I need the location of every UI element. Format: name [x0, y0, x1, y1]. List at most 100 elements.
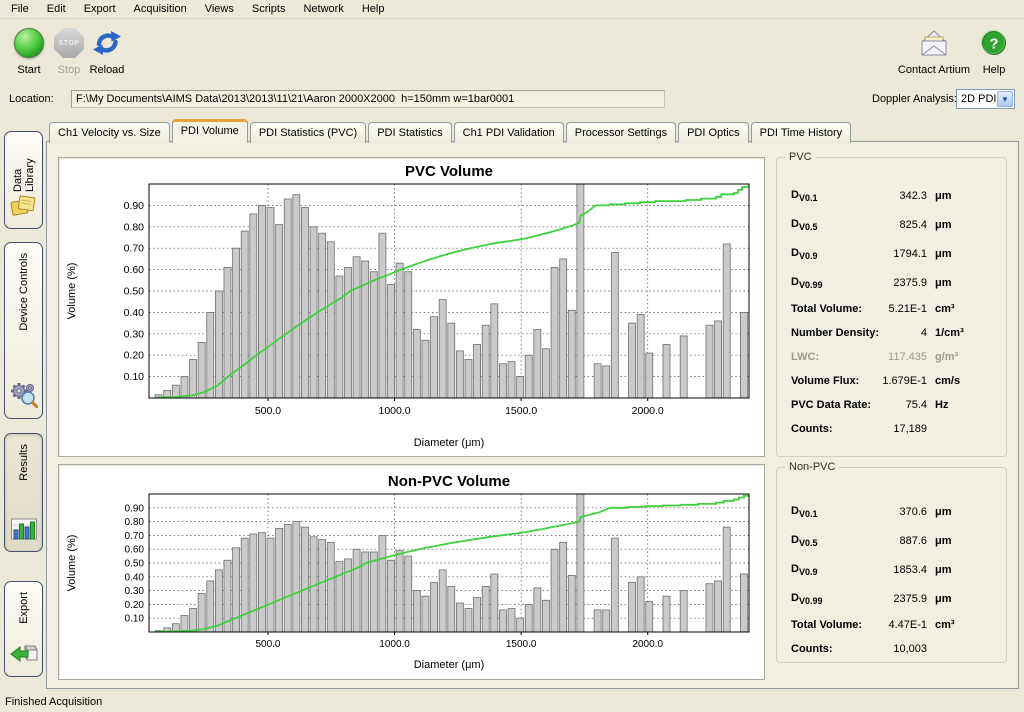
stat-label: DV0.9	[791, 562, 817, 576]
gears-icon	[10, 380, 38, 411]
stat-value: 1.679E-1	[817, 375, 927, 387]
doppler-analysis-label: Doppler Analysis:	[872, 93, 957, 105]
chart-title: Non-PVC Volume	[388, 473, 510, 490]
stat-value: 1794.1	[817, 248, 927, 260]
stat-row-dv0-99: DV0.992375.9μm	[777, 584, 1006, 613]
sidebar-item-export[interactable]: Export	[4, 581, 43, 677]
stat-label: LWC:	[791, 351, 819, 363]
stat-unit: cm/s	[935, 375, 960, 387]
tab-panel: Ch1 Velocity vs. SizePDI VolumePDI Stati…	[46, 118, 1019, 690]
sidebar-item-device-controls[interactable]: Device Controls	[4, 242, 43, 419]
y-axis-label: Volume (%)	[66, 535, 78, 592]
stat-row-pvc-data-rate: PVC Data Rate:75.4Hz	[777, 393, 1006, 417]
stat-row-counts: Counts:10,003	[777, 637, 1006, 661]
stat-row-dv0-5: DV0.5825.4 μm	[777, 210, 1006, 239]
menu-item-views[interactable]: Views	[196, 1, 243, 18]
main-area: Data Library Device Controls Results Export…	[0, 113, 1024, 693]
menu-item-scripts[interactable]: Scripts	[243, 1, 295, 18]
stat-value: 887.6	[817, 535, 927, 547]
svg-text:0.40: 0.40	[125, 572, 145, 583]
menu-bar: FileEditExportAcquisitionViewsScriptsNet…	[0, 0, 1024, 19]
doppler-analysis-select[interactable]: 2D PDI ▼	[956, 89, 1015, 109]
chevron-down-icon[interactable]: ▼	[997, 91, 1013, 107]
x-axis-label: Diameter (μm)	[414, 437, 485, 449]
help-button[interactable]: ? Help	[976, 25, 1012, 76]
stat-unit: 1/cm³	[935, 327, 964, 339]
tab-pdi-statistics[interactable]: PDI Statistics	[368, 122, 451, 143]
menu-item-network[interactable]: Network	[294, 1, 352, 18]
contact-artium-button[interactable]: Contact Artium	[894, 25, 974, 76]
stat-unit: μm	[935, 219, 952, 231]
envelope-icon	[894, 25, 974, 61]
pvc-volume-chart-box: 0.100.200.300.400.500.600.700.800.90500.…	[58, 157, 765, 457]
tab-processor-settings[interactable]: Processor Settings	[566, 122, 676, 143]
stat-label: DV0.5	[791, 217, 817, 231]
svg-text:2000.0: 2000.0	[632, 639, 663, 650]
svg-text:1000.0: 1000.0	[379, 405, 411, 417]
svg-text:0.20: 0.20	[124, 350, 145, 362]
stat-unit: g/m³	[935, 351, 958, 363]
stat-value: 825.4	[817, 219, 927, 231]
stat-value: 5.21E-1	[817, 303, 927, 315]
svg-text:2000.0: 2000.0	[632, 405, 664, 417]
stat-unit: μm	[935, 248, 952, 260]
tab-pdi-optics[interactable]: PDI Optics	[678, 122, 749, 143]
sidebar-item-label: Export	[18, 592, 30, 624]
location-label: Location:	[9, 93, 54, 105]
tab-ch1-velocity-vs-size[interactable]: Ch1 Velocity vs. Size	[49, 122, 170, 143]
app-window: FileEditExportAcquisitionViewsScriptsNet…	[0, 0, 1024, 711]
bar-chart-icon	[10, 517, 38, 544]
start-icon	[14, 28, 44, 58]
stat-row-dv0-5: DV0.5887.6μm	[777, 526, 1006, 555]
svg-text:0.90: 0.90	[125, 503, 145, 514]
stat-value: 4	[817, 327, 927, 339]
svg-text:0.40: 0.40	[124, 307, 145, 319]
tab-pdi-statistics-pvc[interactable]: PDI Statistics (PVC)	[250, 122, 366, 143]
tab-pdi-time-history[interactable]: PDI Time History	[751, 122, 852, 143]
sidebar-item-label: Device Controls	[18, 253, 30, 331]
svg-text:1500.0: 1500.0	[505, 405, 537, 417]
location-row: Location: F:\My Documents\AIMS Data\2013…	[0, 86, 1024, 113]
sidebar-item-data-library[interactable]: Data Library	[4, 131, 43, 229]
stat-unit: cm³	[935, 619, 955, 631]
menu-item-help[interactable]: Help	[353, 1, 394, 18]
menu-item-export[interactable]: Export	[75, 1, 125, 18]
stat-label: DV0.1	[791, 188, 817, 202]
stat-value: 75.4	[817, 399, 927, 411]
svg-text:0.80: 0.80	[124, 221, 145, 233]
pvc-volume-chart: 0.100.200.300.400.500.600.700.800.90500.…	[59, 158, 764, 456]
reload-icon	[84, 25, 130, 61]
stat-row-counts: Counts:17,189	[777, 417, 1006, 441]
nonpvc-volume-chart: 0.100.200.300.400.500.600.700.800.90500.…	[59, 465, 764, 679]
svg-text:0.50: 0.50	[124, 286, 145, 298]
svg-text:0.60: 0.60	[124, 264, 145, 276]
sidebar-item-label: Data Library	[12, 142, 36, 192]
status-bar: Finished Acquisition	[0, 693, 1024, 712]
tab-ch1-pdi-validation[interactable]: Ch1 PDI Validation	[454, 122, 564, 143]
svg-text:0.90: 0.90	[124, 200, 145, 212]
stat-unit: μm	[935, 535, 952, 547]
pvc-stats-title: PVC	[785, 151, 816, 163]
svg-text:500.0: 500.0	[255, 639, 280, 650]
menu-item-edit[interactable]: Edit	[38, 1, 75, 18]
tab-pdi-volume[interactable]: PDI Volume	[172, 119, 248, 143]
stat-unit: cm³	[935, 303, 955, 315]
stat-label: DV0.1	[791, 504, 817, 518]
reload-button[interactable]: Reload	[84, 25, 130, 76]
svg-text:1000.0: 1000.0	[379, 639, 410, 650]
stat-unit: μm	[935, 277, 952, 289]
nonpvc-stats-groupbox: Non-PVC DV0.1370.6μmDV0.5887.6μmDV0.9185…	[776, 467, 1007, 663]
stat-row-total-volume: Total Volume:4.47E-1cm³	[777, 613, 1006, 637]
stat-unit: μm	[935, 564, 952, 576]
menu-item-acquisition[interactable]: Acquisition	[125, 1, 196, 18]
x-axis-label: Diameter (μm)	[414, 659, 485, 671]
y-axis-label: Volume (%)	[66, 263, 78, 320]
sidebar-item-results[interactable]: Results	[4, 433, 43, 552]
menu-item-file[interactable]: File	[2, 1, 38, 18]
help-icon: ?	[976, 25, 1012, 61]
svg-text:0.30: 0.30	[125, 586, 145, 597]
svg-text:1500.0: 1500.0	[506, 639, 537, 650]
location-field[interactable]: F:\My Documents\AIMS Data\2013\2013\11\2…	[71, 90, 665, 108]
stop-icon: STOP	[54, 28, 84, 58]
folders-icon	[10, 192, 38, 221]
